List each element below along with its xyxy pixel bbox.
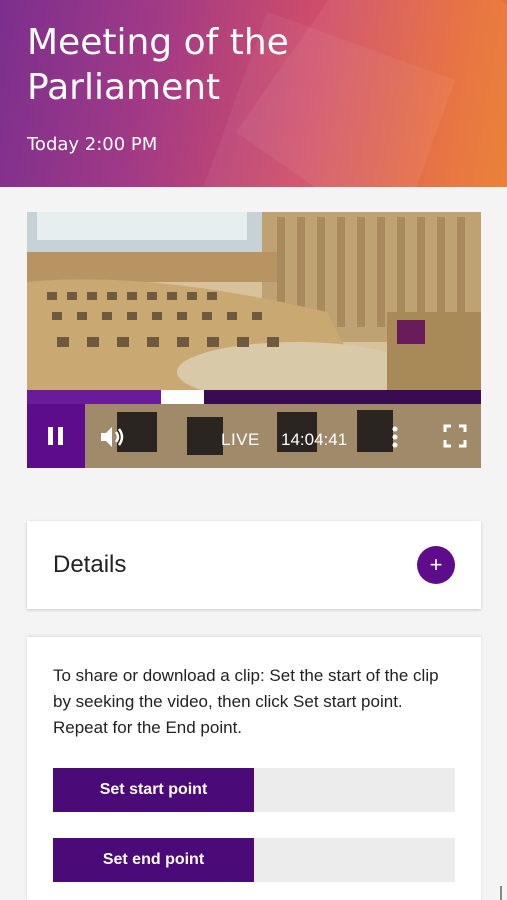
details-heading: Details (53, 551, 127, 578)
event-datetime: Today 2:00 PM (27, 134, 158, 155)
plus-icon: + (429, 552, 443, 577)
start-point-value (254, 768, 455, 812)
fullscreen-icon (443, 424, 467, 448)
progress-played (27, 390, 161, 404)
more-vertical-icon (392, 426, 398, 448)
end-point-value (254, 838, 455, 882)
set-end-point-button[interactable]: Set end point (53, 838, 254, 882)
progress-buffered (160, 390, 205, 404)
page-header: Meeting of the Parliament Today 2:00 PM (0, 0, 507, 187)
scrollbar[interactable] (500, 886, 502, 900)
time-display: 14:04:41 (281, 430, 348, 449)
clip-instructions: To share or download a clip: Set the sta… (53, 666, 439, 737)
volume-icon (101, 427, 124, 447)
end-point-row: Set end point (53, 838, 455, 882)
pause-button[interactable] (27, 404, 85, 468)
progress-bar[interactable] (27, 390, 481, 404)
start-point-row: Set start point (53, 768, 455, 812)
details-panel: Details + (27, 521, 481, 609)
set-start-point-button[interactable]: Set start point (53, 768, 254, 812)
more-options-button[interactable] (387, 422, 403, 452)
page-title: Meeting of the Parliament (27, 22, 289, 108)
details-expand-button[interactable]: + (417, 546, 455, 584)
fullscreen-button[interactable] (441, 422, 469, 450)
clip-panel: To share or download a clip: Set the sta… (27, 637, 481, 900)
pause-icon (48, 427, 63, 445)
volume-button[interactable] (97, 422, 127, 452)
video-player[interactable]: LIVE 14:04:41 (27, 212, 481, 468)
player-controls: LIVE 14:04:41 (27, 404, 481, 468)
live-indicator: LIVE (221, 430, 260, 449)
